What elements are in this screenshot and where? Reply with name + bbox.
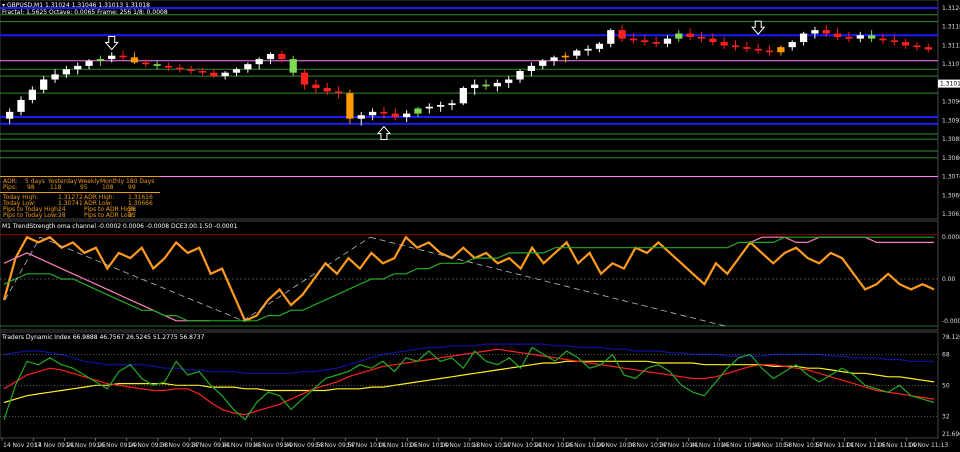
pips-to-adr-low-label: Pips to ADR Low: (84, 212, 134, 219)
tdi-title: Traders Dynamic Index 66.9888 46.7567 26… (1, 334, 205, 341)
chart-header: ▾ GBPUSD,M1 1.31024 1.31046 1.31013 1.31… (2, 2, 150, 9)
time-axis: 14 Nov 201714 Nov 09:2114 Nov 09:2514 No… (1, 438, 949, 449)
pips-to-today-low-label: Pips to Today Low: (3, 212, 58, 219)
tdi-tick-label: 50 (942, 382, 950, 389)
ohlc-label: 1.31024 1.31046 1.31013 1.31018 (45, 2, 150, 9)
tdi-axis: 78.126 68 50 32 21.696 (942, 334, 960, 438)
pips-5days: 98 (27, 184, 35, 191)
price-tick-label: 1.30635 (942, 211, 960, 218)
price-tick-label: 1.31240 (942, 5, 960, 12)
trendstrength-tick-label: -0.0008 (942, 318, 960, 325)
tdi-tick-label: 21.696 (942, 431, 960, 438)
down-triangle-icon: ▾ (2, 2, 5, 9)
time-tick-label: 14 Nov 11:13 (908, 442, 949, 449)
price-tick-label: 1.31075 (942, 61, 960, 68)
price-tick-label: 1.30855 (942, 136, 960, 143)
price-tick-label: 1.31130 (942, 42, 960, 49)
candle (459, 86, 467, 106)
tdi-panel[interactable] (0, 331, 939, 439)
price-tick-label: 1.30745 (942, 174, 960, 181)
mt4-chart-window[interactable]: ▾ GBPUSD,M1 1.31024 1.31046 1.31013 1.31… (0, 0, 960, 452)
price-tick-label: 1.30800 (942, 155, 960, 162)
trendstrength-title: M1 TrendStrength oma channel -0.0002 0.0… (2, 223, 237, 230)
trendstrength-tick-label: 0.00 (942, 276, 956, 283)
pips-weekly: 95 (80, 184, 88, 191)
trendstrength-axis: 0.0008 0.00 -0.0008 (942, 234, 960, 325)
price-tick-label: 1.30965 (942, 99, 960, 106)
trendstrength-tick-label: 0.0008 (942, 234, 960, 241)
price-tick-label: 1.31185 (942, 24, 960, 31)
candle (346, 89, 354, 124)
pips-label: Pips: (3, 184, 17, 191)
price-tick-label: 1.30690 (942, 192, 960, 199)
price-axis: 1.31240 1.31185 1.31130 1.31075 1.31018 1.309… (938, 5, 960, 218)
pips-180days: 99 (128, 184, 136, 191)
pips-monthly: 108 (102, 184, 114, 191)
tdi-tick-label: 78.126 (942, 334, 960, 341)
fractal-info: Fractal: 1.5625 Octave: 0.0065 Frame: 25… (2, 9, 168, 16)
symbol-label: GBPUSD,M1 (7, 2, 43, 9)
price-panel[interactable] (0, 0, 939, 220)
pips-yesterday: 118 (50, 184, 62, 191)
pips-to-adr-low-value: 35 (128, 212, 136, 219)
price-tick-label: 1.30910 (942, 117, 960, 124)
tdi-tick-label: 68 (942, 351, 950, 358)
pips-to-today-low-value: 28 (58, 212, 66, 219)
tdi-tick-label: 32 (942, 413, 950, 420)
current-price-label: 1.31018 (940, 81, 960, 88)
